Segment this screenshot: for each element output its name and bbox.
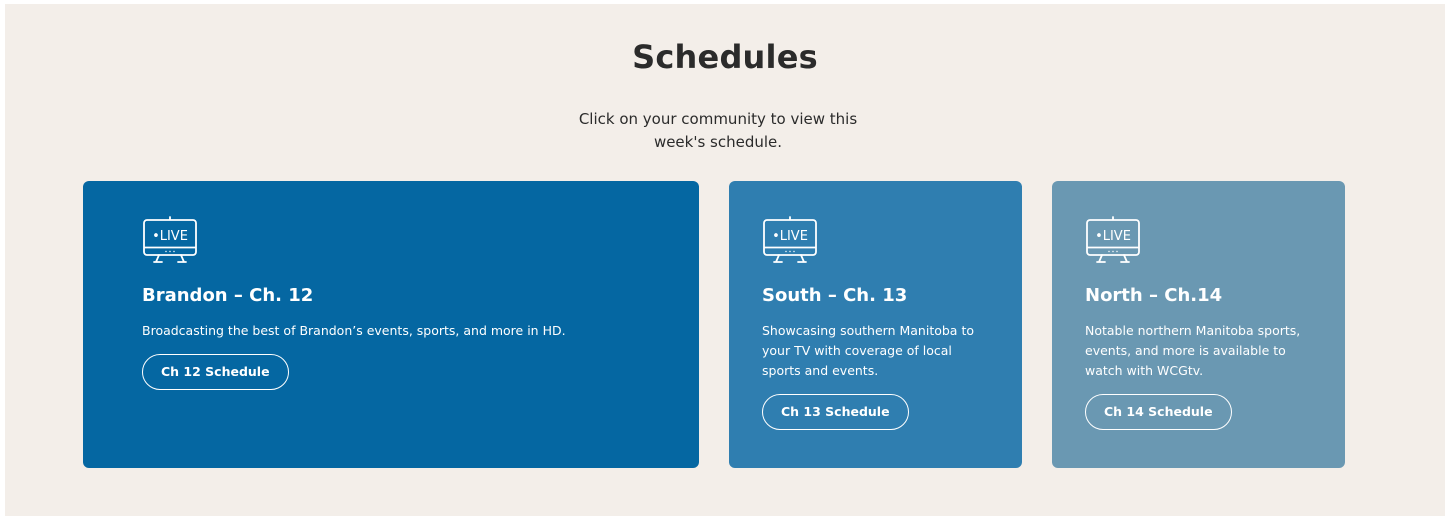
live-tv-icon: •LIVE <box>143 216 197 263</box>
card-title: Brandon – Ch. 12 <box>142 285 314 306</box>
ch13-schedule-button[interactable]: Ch 13 Schedule <box>762 394 909 430</box>
card-brandon: •LIVE Brandon – Ch. 12 Broadcasting the … <box>83 181 699 468</box>
card-title: North – Ch.14 <box>1085 285 1223 306</box>
card-south: •LIVE South – Ch. 13 Showcasing southern… <box>729 181 1022 468</box>
card-content: •LIVE Brandon – Ch. 12 Broadcasting the … <box>142 216 675 390</box>
card-description: Showcasing southern Manitoba to your TV … <box>762 323 974 378</box>
svg-text:•LIVE: •LIVE <box>1095 229 1131 244</box>
svg-text:•LIVE: •LIVE <box>772 229 808 244</box>
svg-text:•LIVE: •LIVE <box>152 229 188 244</box>
card-title: South – Ch. 13 <box>762 285 908 306</box>
card-description: Notable northern Manitoba sports, events… <box>1085 323 1301 378</box>
card-description: Broadcasting the best of Brandon’s event… <box>142 323 566 338</box>
ch14-schedule-button[interactable]: Ch 14 Schedule <box>1085 394 1232 430</box>
live-tv-icon: •LIVE <box>763 216 817 263</box>
card-content: •LIVE North – Ch.14 Notable northern Man… <box>1085 216 1321 430</box>
ch12-schedule-button[interactable]: Ch 12 Schedule <box>142 354 289 390</box>
card-content: •LIVE South – Ch. 13 Showcasing southern… <box>762 216 998 430</box>
card-north: •LIVE North – Ch.14 Notable northern Man… <box>1052 181 1345 468</box>
section-subtitle: Click on your community to view this wee… <box>578 110 858 151</box>
live-tv-icon: •LIVE <box>1086 216 1140 263</box>
section-title: Schedules <box>632 38 818 76</box>
